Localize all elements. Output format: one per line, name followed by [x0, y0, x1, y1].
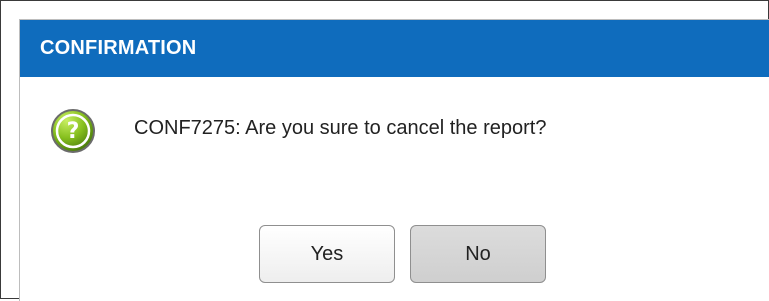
- yes-button[interactable]: Yes: [259, 225, 395, 283]
- dialog-buttons: Yes No: [20, 225, 769, 285]
- question-icon: ?: [50, 108, 96, 154]
- dialog-title: CONFIRMATION: [40, 37, 197, 59]
- confirmation-dialog: CONFIRMATION ? CONF7275: Are you sure to…: [19, 19, 769, 301]
- dialog-title-bar: CONFIRMATION: [20, 20, 769, 77]
- no-button[interactable]: No: [410, 225, 546, 283]
- svg-text:?: ?: [67, 119, 80, 144]
- dialog-frame: CONFIRMATION ? CONF7275: Are you sure to…: [0, 0, 769, 301]
- dialog-message: CONF7275: Are you sure to cancel the rep…: [134, 117, 547, 139]
- dialog-message-row: ? CONF7275: Are you sure to cancel the r…: [20, 77, 769, 207]
